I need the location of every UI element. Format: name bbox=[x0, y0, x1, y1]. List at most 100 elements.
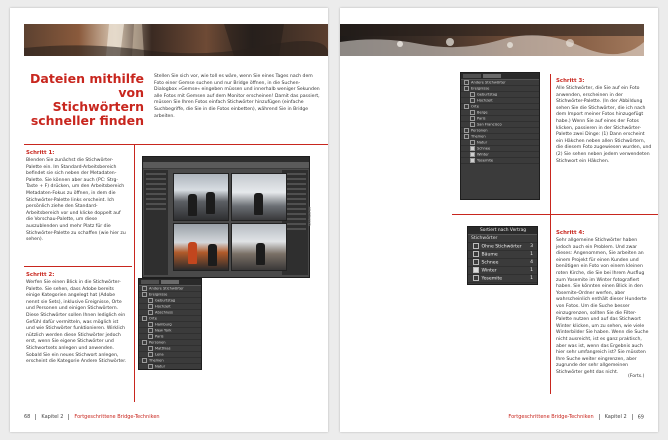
keyword-label: Paris bbox=[155, 334, 164, 339]
keyword-label: Ereignisse bbox=[149, 292, 168, 297]
filter-checkbox bbox=[473, 243, 479, 249]
keyword-label: Orte bbox=[471, 104, 479, 109]
page-footer: Fortgeschrittene Bridge-Techniken Kapitel… bbox=[508, 413, 644, 420]
keyword-checkbox bbox=[470, 122, 475, 127]
side-label: Stichwörter bbox=[308, 206, 312, 227]
left-page: Dateien mithilfe von Stichwörtern schnel… bbox=[10, 8, 328, 432]
section-rule bbox=[24, 144, 328, 145]
page-number: 69 bbox=[637, 414, 644, 420]
keyword-checkbox bbox=[142, 286, 147, 291]
keyword-checkbox bbox=[148, 304, 153, 309]
keyword-checkbox bbox=[148, 322, 153, 327]
keyword-label: Hochzeit bbox=[155, 304, 171, 309]
banner-photo-left bbox=[24, 24, 328, 56]
filter-checkbox-checked bbox=[473, 267, 479, 273]
keyword-checkbox-checked bbox=[470, 146, 475, 151]
keyword-label: Ereignisse bbox=[471, 86, 490, 91]
panel-tab bbox=[141, 280, 159, 284]
panel-tabs bbox=[139, 279, 201, 286]
page-number: 68 bbox=[24, 414, 31, 420]
banner-photo-image bbox=[24, 24, 328, 56]
panel-tab bbox=[483, 74, 501, 78]
keyword-checkbox bbox=[148, 334, 153, 339]
filter-panel-screenshot: Sortiert nach Vertrag Stichwörter Ohne S… bbox=[467, 226, 538, 285]
footer-chapter: Kapitel 2 bbox=[604, 414, 627, 420]
filter-row-checked: Winter 1 bbox=[468, 267, 537, 275]
keyword-checkbox bbox=[464, 128, 469, 133]
step1-text: Blenden Sie zunächst die Stichwörter-Pal… bbox=[26, 158, 126, 243]
panel-tabs bbox=[461, 73, 539, 80]
filter-count: 3 bbox=[530, 244, 533, 249]
keyword-checkbox bbox=[470, 98, 475, 103]
keyword-label: Orte bbox=[149, 316, 157, 321]
page-footer: 68 Kapitel 2 Fortgeschrittene Bridge-Techn… bbox=[24, 413, 165, 420]
keyword-label: Natur bbox=[477, 140, 488, 145]
keyword-label: San Francisco bbox=[477, 122, 502, 127]
panel-tab bbox=[161, 280, 179, 284]
filter-checkbox bbox=[473, 259, 479, 265]
keywords-panel-screenshot: Andere Stichwörter Ereignisse Geburtstag… bbox=[460, 72, 540, 200]
photographer-figure bbox=[208, 244, 217, 266]
column-rule-right bbox=[550, 74, 551, 394]
footer-title: Fortgeschrittene Bridge-Techniken bbox=[508, 414, 594, 420]
photographer-figure bbox=[188, 194, 197, 216]
keyword-label: New York bbox=[155, 328, 172, 333]
keyword-label: Themen bbox=[471, 134, 486, 139]
right-page: Andere Stichwörter Ereignisse Geburtstag… bbox=[340, 8, 658, 432]
photo-thumbnail bbox=[231, 173, 287, 221]
step2-heading: Schritt 2: bbox=[26, 272, 55, 278]
keyword-checkbox bbox=[464, 104, 469, 109]
keyword-label: Andere Stichwörter bbox=[149, 286, 184, 291]
filter-label: Bäume bbox=[481, 252, 498, 258]
filter-count: 1 bbox=[530, 276, 533, 281]
keyword-row-checked: Yosemite bbox=[461, 158, 539, 164]
keyword-label: Hochzeit bbox=[477, 98, 493, 103]
filter-category-keywords: Stichwörter bbox=[468, 235, 537, 243]
step-rule bbox=[452, 214, 658, 215]
photographer-figure bbox=[256, 243, 265, 265]
filter-sort-header: Sortiert nach Vertrag bbox=[468, 227, 537, 235]
keywords-panel-screenshot: Andere Stichwörter Ereignisse Geburtstag… bbox=[138, 278, 202, 370]
step-rule bbox=[24, 266, 132, 267]
filter-checkbox bbox=[473, 275, 479, 281]
keyword-label: Schnee bbox=[477, 146, 491, 151]
photo-thumbnail bbox=[173, 223, 229, 271]
chapter-title-line-1: Dateien mithilfe bbox=[30, 71, 144, 86]
keyword-checkbox bbox=[470, 116, 475, 121]
banner-photo-image bbox=[340, 24, 644, 56]
filter-count: 4 bbox=[530, 260, 533, 265]
keyword-label: Abschluss bbox=[155, 310, 173, 315]
keyword-label: Andere Stichwörter bbox=[471, 80, 506, 85]
filter-label: Ohne Stichwörter bbox=[481, 244, 522, 250]
filter-row: Schnee 4 bbox=[468, 259, 537, 267]
column-rule-left bbox=[134, 144, 135, 402]
intro-text: Stellen Sie sich vor, wie toll es wäre, … bbox=[154, 74, 320, 119]
step1-heading: Schritt 1: bbox=[26, 150, 55, 156]
filter-row: Bäume 1 bbox=[468, 251, 537, 259]
keyword-checkbox bbox=[464, 80, 469, 85]
keyword-label: Berge bbox=[477, 110, 488, 115]
filter-row: Yosemite 1 bbox=[468, 275, 537, 283]
footer-title: Fortgeschrittene Bridge-Techniken bbox=[74, 414, 160, 420]
banner-photo-right bbox=[340, 24, 644, 56]
chapter-title-line-3: schneller finden bbox=[30, 113, 144, 128]
window-toolbar bbox=[143, 162, 309, 169]
keyword-checkbox bbox=[148, 352, 153, 357]
keyword-label: Natur bbox=[155, 364, 166, 369]
footer-chapter: Kapitel 2 bbox=[41, 414, 64, 420]
filter-row: Ohne Stichwörter 3 bbox=[468, 243, 537, 251]
bridge-window-screenshot bbox=[142, 156, 310, 278]
keyword-checkbox-checked bbox=[470, 152, 475, 157]
keyword-checkbox bbox=[148, 298, 153, 303]
photo-thumbnail bbox=[173, 173, 229, 221]
keyword-label: Winter bbox=[477, 152, 489, 157]
filter-label: Yosemite bbox=[481, 276, 503, 282]
keyword-label: Hamburg bbox=[155, 322, 172, 327]
keyword-row: Natur bbox=[139, 364, 201, 369]
photographer-figure bbox=[188, 242, 197, 264]
keyword-label: Personen bbox=[471, 128, 488, 133]
keyword-label: Personen bbox=[149, 340, 166, 345]
chapter-title: Dateien mithilfe von Stichwörtern schnel… bbox=[26, 72, 144, 128]
photographer-figure bbox=[254, 193, 263, 215]
keyword-checkbox bbox=[470, 110, 475, 115]
